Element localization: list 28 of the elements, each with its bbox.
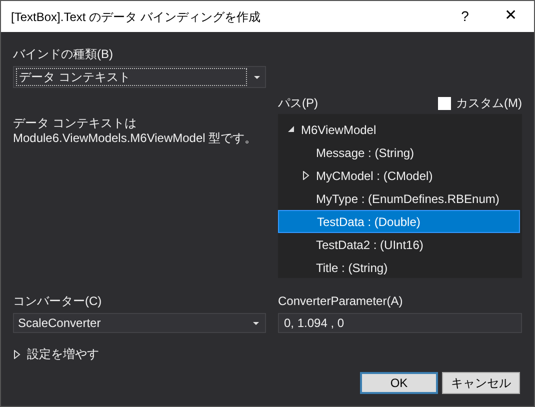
field-label: ConverterParameter(A) xyxy=(278,293,404,310)
checkbox[interactable] xyxy=(438,96,451,110)
checkbox-label: カスタム(M) xyxy=(456,95,522,112)
dialog-button[interactable]: OK xyxy=(360,372,438,394)
help-button[interactable]: ? xyxy=(442,1,488,32)
tree-item[interactable]: Title : (String) xyxy=(278,256,520,279)
tree-item[interactable]: MyType : (EnumDefines.RBEnum) xyxy=(278,187,520,210)
tree-item[interactable]: MyCModel : (CModel) xyxy=(278,164,520,187)
caret-icon xyxy=(253,322,259,324)
field-label: コンバーター(C) xyxy=(13,293,103,310)
close-button[interactable]: ✕ xyxy=(488,1,534,32)
more-settings-toggle[interactable]: 設定を増やす xyxy=(13,345,99,363)
tree-item[interactable]: Message : (String) xyxy=(278,141,520,164)
binding-type-dropdown[interactable]: データ コンテキスト xyxy=(13,66,266,88)
dialog-button[interactable]: キャンセル xyxy=(442,372,520,394)
tree-item[interactable]: TestData : (Double) xyxy=(278,210,520,233)
caret-icon xyxy=(254,76,260,78)
description-text: データ コンテキストは Module6.ViewModels.M6ViewModel 型です。 xyxy=(13,116,258,146)
expand-icon[interactable] xyxy=(302,171,310,180)
field-label: パス(P) xyxy=(278,95,318,112)
field-label: バインドの種類(B) xyxy=(13,46,114,63)
collapse-icon[interactable] xyxy=(287,125,295,134)
tree-item[interactable]: M6ViewModel xyxy=(278,118,520,141)
converter-parameter-field[interactable]: 0, 1.094 , 0 xyxy=(278,313,522,333)
converter-dropdown[interactable]: ScaleConverter xyxy=(13,313,266,333)
tree-item[interactable]: TestData2 : (UInt16) xyxy=(278,233,520,256)
expand-icon[interactable] xyxy=(13,350,21,358)
window-title: [TextBox].Text のデータ バインディングを作成 xyxy=(11,8,262,26)
